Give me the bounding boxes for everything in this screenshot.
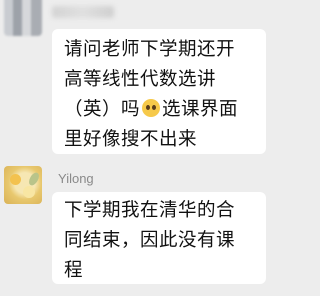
pleading-face-emoji-icon — [142, 99, 161, 117]
message-line: 同结束，因此没有课 — [64, 230, 236, 251]
message-line: 里好像搜不出来 — [64, 129, 198, 150]
flower-decoration — [10, 174, 21, 185]
message-line: （英）吗 选课界面 — [64, 95, 266, 125]
message-text: 选课界面 — [162, 99, 239, 120]
message-bubble-question[interactable]: 请问老师下学期还开 高等线性代数选讲 （英）吗 选课界面 里好像搜不出来 — [52, 29, 266, 154]
message-line: 高等线性代数选讲 — [64, 69, 217, 90]
message-text: （英）吗 — [64, 99, 141, 120]
sender-name: Yilong — [58, 171, 94, 186]
flower-decoration — [23, 186, 35, 198]
message-bubble-reply[interactable]: 下学期我在清华的合 同结束，因此没有课 程 — [52, 192, 266, 284]
blurred-avatar[interactable] — [4, 0, 42, 36]
blurred-sender-name — [52, 6, 114, 18]
message-line: 请问老师下学期还开 — [64, 39, 236, 60]
message-line: 下学期我在清华的合 — [64, 200, 236, 221]
leaf-decoration — [27, 170, 41, 188]
yilong-avatar[interactable] — [4, 166, 42, 204]
message-line: 程 — [64, 260, 84, 281]
